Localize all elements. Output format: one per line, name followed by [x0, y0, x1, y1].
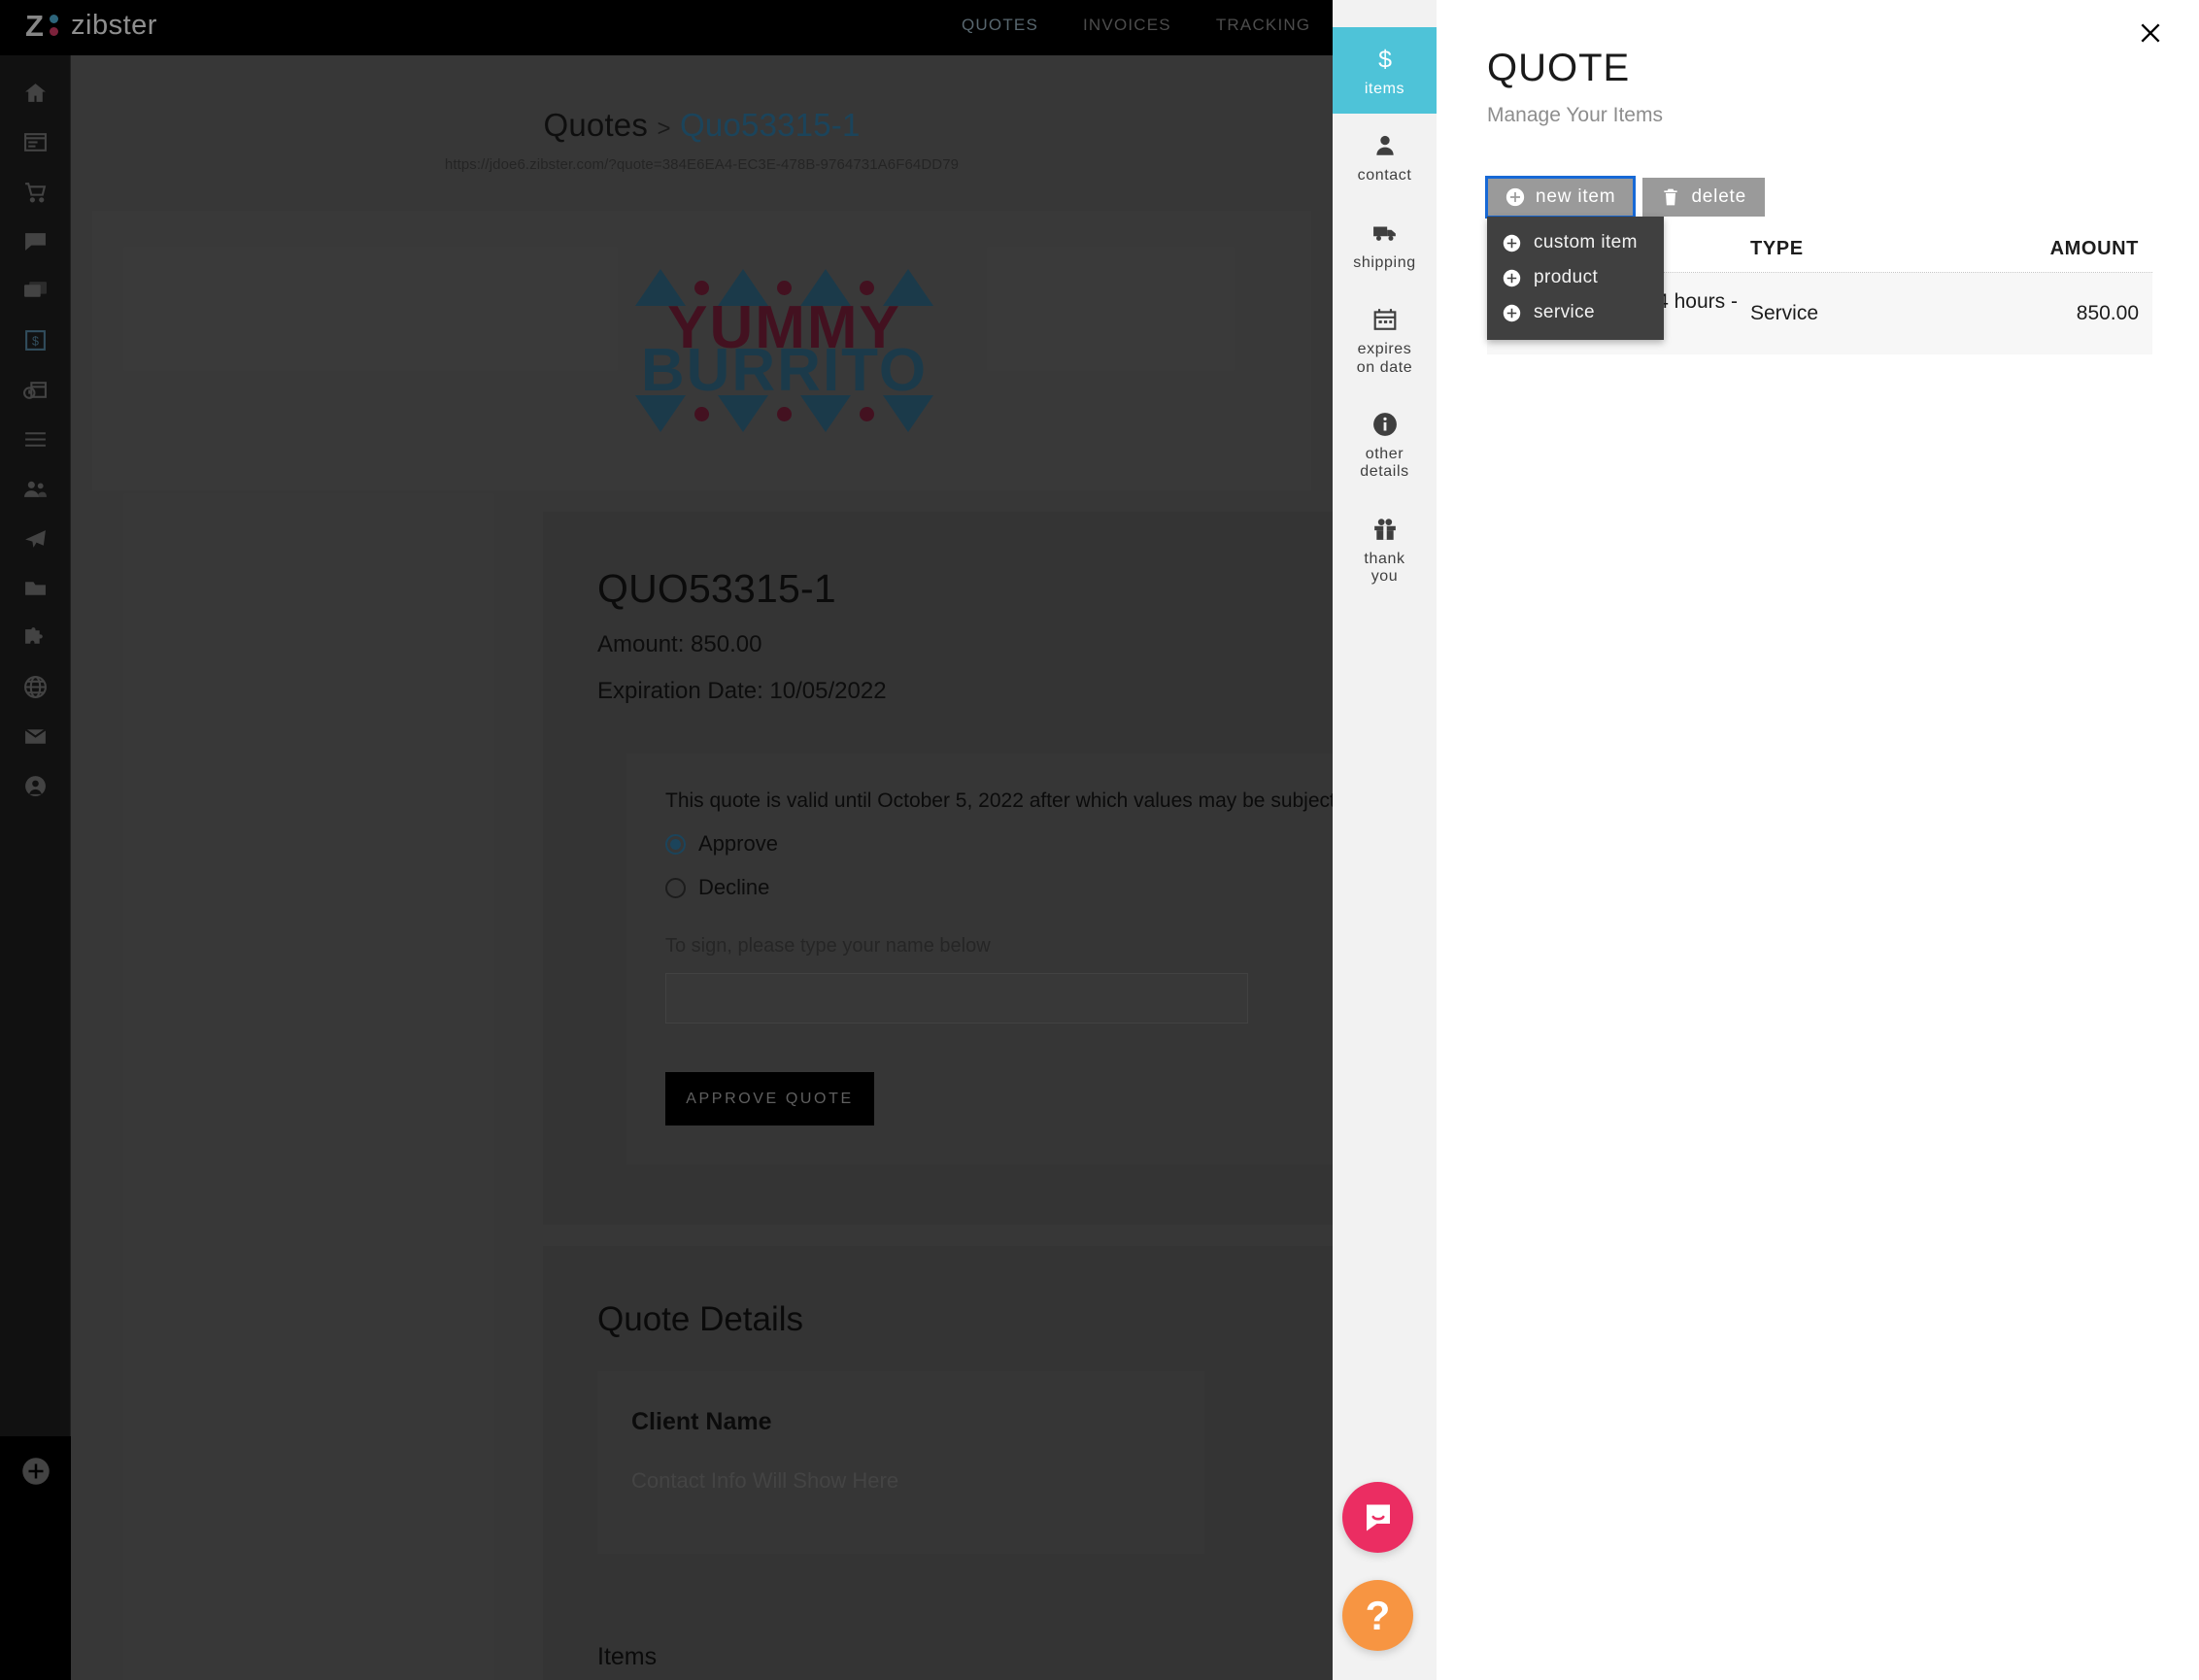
new-item-dropdown-menu: custom item product service — [1487, 217, 1664, 340]
delete-button-label: delete — [1691, 186, 1747, 207]
drawer-close-button[interactable] — [2131, 14, 2170, 52]
drawer-tab-contact[interactable]: contact — [1333, 114, 1437, 200]
row-item-type: Service — [1750, 302, 1819, 324]
plus-circle-icon — [1503, 234, 1521, 252]
drawer-subtitle: Manage Your Items — [1487, 104, 1663, 126]
info-icon — [1333, 410, 1437, 439]
drawer-toolbar: new item delete custom item product serv… — [1484, 176, 2152, 340]
menu-item-custom-item-label: custom item — [1534, 232, 1638, 252]
menu-item-service[interactable]: service — [1487, 295, 1664, 330]
menu-item-service-label: service — [1534, 302, 1595, 322]
person-icon — [1333, 131, 1437, 160]
chat-bubble-icon — [1366, 1504, 1390, 1530]
floating-action-buttons: ? — [1342, 1455, 1413, 1651]
svg-text:$: $ — [1378, 47, 1392, 72]
drawer-tab-other-details[interactable]: other details — [1333, 392, 1437, 497]
drawer-tab-shipping-label: shipping — [1353, 253, 1416, 271]
plus-circle-icon — [1505, 187, 1525, 207]
help-button[interactable]: ? — [1342, 1580, 1413, 1651]
gift-icon — [1333, 515, 1437, 544]
chat-launcher-button[interactable] — [1342, 1482, 1413, 1553]
drawer-tab-items[interactable]: $ items — [1333, 27, 1437, 115]
plus-circle-icon — [1503, 269, 1521, 286]
quote-drawer: $ items contact shipping expires on date… — [1333, 0, 2199, 1680]
drawer-title: QUOTE — [1487, 47, 1631, 89]
close-icon — [2141, 23, 2160, 43]
new-item-button[interactable]: new item — [1484, 176, 1637, 218]
drawer-tab-items-label: items — [1364, 81, 1405, 97]
menu-item-custom-item[interactable]: custom item — [1487, 225, 1664, 260]
question-mark-icon: ? — [1365, 1592, 1391, 1638]
drawer-tab-thank-you[interactable]: thank you — [1333, 497, 1437, 602]
new-item-button-label: new item — [1536, 186, 1616, 207]
delete-button[interactable]: delete — [1642, 178, 1766, 217]
drawer-tab-other-details-label: other details — [1360, 445, 1409, 481]
column-header-amount[interactable]: AMOUNT — [1993, 238, 2139, 260]
menu-item-product-label: product — [1534, 267, 1599, 287]
dollar-icon: $ — [1333, 45, 1437, 74]
menu-item-product[interactable]: product — [1487, 260, 1664, 295]
drawer-tab-thank-you-label: thank you — [1364, 550, 1405, 586]
column-header-type[interactable]: TYPE — [1750, 238, 1993, 260]
row-item-amount: 850.00 — [2076, 302, 2139, 324]
truck-icon — [1333, 218, 1437, 248]
drawer-tab-shipping[interactable]: shipping — [1333, 201, 1437, 287]
drawer-tab-rail: $ items contact shipping expires on date… — [1333, 0, 1437, 1680]
drawer-content: QUOTE Manage Your Items new item delete … — [1437, 0, 2199, 1680]
drawer-tab-contact-label: contact — [1357, 167, 1412, 185]
plus-circle-icon — [1503, 304, 1521, 321]
drawer-tab-expires-label: expires on date — [1356, 341, 1413, 376]
drawer-tab-expires-on-date[interactable]: expires on date — [1333, 287, 1437, 392]
trash-icon — [1664, 188, 1678, 206]
calendar-icon — [1333, 305, 1437, 334]
